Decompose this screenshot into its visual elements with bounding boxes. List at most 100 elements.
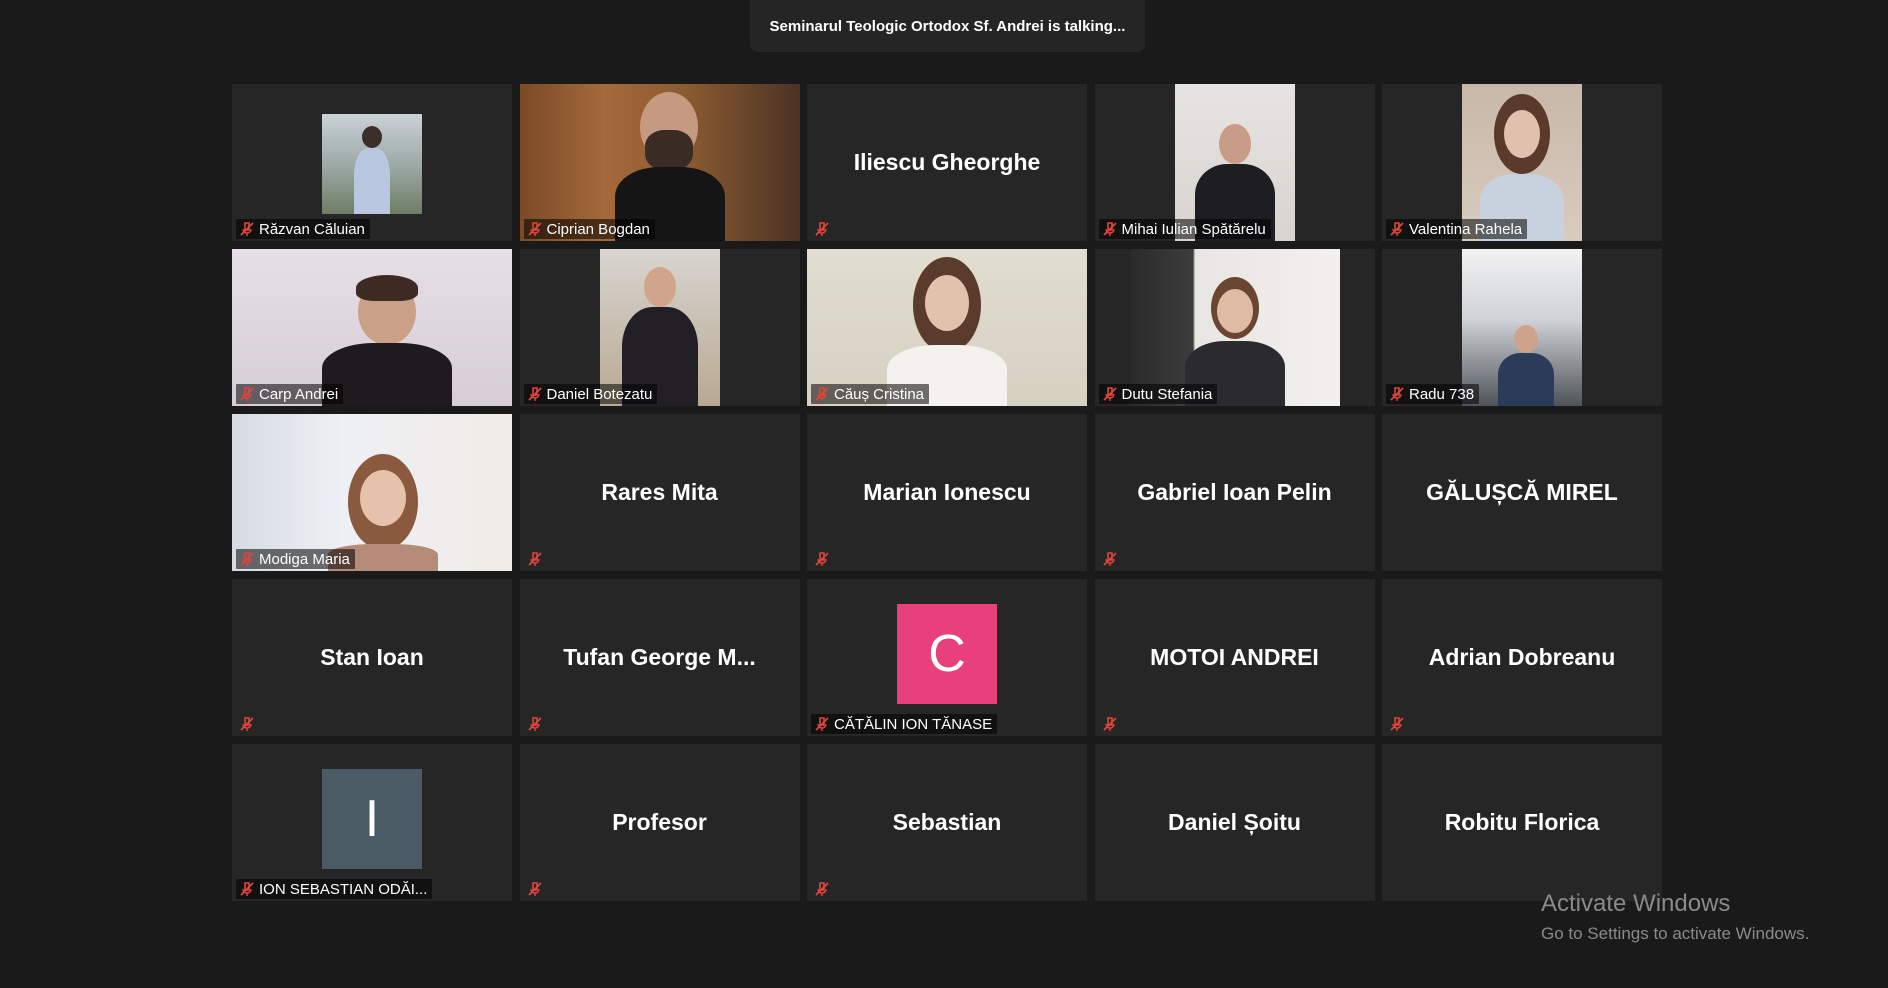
microphone-muted-icon <box>815 882 829 896</box>
avatar-initial: I <box>364 789 380 848</box>
participant-tile-adrian-dobreanu[interactable]: Adrian Dobreanu <box>1382 579 1662 736</box>
microphone-muted-icon <box>1390 222 1404 236</box>
microphone-muted-icon <box>240 882 254 896</box>
video-feed <box>599 249 720 406</box>
participant-tile-ciprian-bogdan[interactable]: Ciprian Bogdan <box>519 84 800 241</box>
participant-tile-tufan-george[interactable]: Tufan George M... <box>519 579 800 736</box>
participant-tile-sebastian[interactable]: Sebastian <box>807 744 1087 901</box>
participant-nameplate <box>811 549 837 569</box>
video-feed <box>232 249 512 406</box>
participant-display-name: Robitu Florica <box>1444 809 1600 835</box>
participant-nameplate <box>811 219 837 239</box>
participant-display-name: Profesor <box>612 809 707 835</box>
participant-nameplate <box>524 879 550 899</box>
gallery-grid: Răzvan Căluian Ciprian Bogdan Iliescu Gh… <box>232 84 1662 901</box>
participant-tile-mihai-iulian-spatarelu[interactable]: Mihai Iulian Spătărelu <box>1094 84 1375 241</box>
microphone-muted-icon <box>1390 387 1404 401</box>
participant-tile-stan-ioan[interactable]: Stan Ioan <box>232 579 512 736</box>
participant-name: Carp Andrei <box>259 385 339 403</box>
participant-nameplate: Carp Andrei <box>236 384 344 404</box>
participant-name: Dutu Stefania <box>1121 385 1213 403</box>
video-feed <box>519 84 800 241</box>
microphone-muted-icon <box>527 387 542 401</box>
participant-nameplate <box>1099 714 1125 734</box>
participant-tile-catalin-ion-tanase[interactable]: C CĂTĂLIN ION TĂNASE <box>807 579 1087 736</box>
microphone-muted-icon <box>240 387 254 401</box>
microphone-muted-icon <box>815 387 829 401</box>
active-speaker-banner: Seminarul Teologic Ortodox Sf. Andrei is… <box>750 0 1145 52</box>
participant-tile-modiga-maria[interactable]: Modiga Maria <box>232 414 512 571</box>
participant-nameplate: Radu 738 <box>1386 384 1480 404</box>
participant-avatar: C <box>897 603 997 704</box>
video-feed <box>1129 249 1340 406</box>
microphone-muted-icon <box>527 222 542 236</box>
microphone-muted-icon <box>1102 717 1117 731</box>
participant-tile-carp-andrei[interactable]: Carp Andrei <box>232 249 512 406</box>
participant-tile-iliescu-gheorghe[interactable]: Iliescu Gheorghe <box>807 84 1087 241</box>
participant-display-name: Sebastian <box>892 809 1002 835</box>
participant-avatar: I <box>322 768 422 869</box>
participant-tile-gabriel-ioan-pelin[interactable]: Gabriel Ioan Pelin <box>1094 414 1375 571</box>
participant-nameplate: Daniel Botezatu <box>523 384 658 404</box>
microphone-muted-icon <box>240 717 254 731</box>
participant-nameplate: Căuș Cristina <box>811 384 930 404</box>
participant-tile-galusca-mirel[interactable]: GĂLUȘCĂ MIREL <box>1382 414 1662 571</box>
participant-nameplate <box>524 549 550 569</box>
participant-tile-rares-mita[interactable]: Rares Mita <box>519 414 800 571</box>
avatar-initial: C <box>928 624 966 683</box>
participant-name: Mihai Iulian Spătărelu <box>1121 220 1266 238</box>
participant-tile-ion-sebastian-odai[interactable]: I ION SEBASTIAN ODĂI... <box>232 744 512 901</box>
participant-name: Modiga Maria <box>259 550 350 568</box>
participant-nameplate <box>236 714 262 734</box>
microphone-muted-icon <box>815 717 829 731</box>
participant-name: Valentina Rahela <box>1409 220 1523 238</box>
participant-nameplate: ION SEBASTIAN ODĂI... <box>236 879 433 899</box>
microphone-muted-icon <box>527 552 542 566</box>
participant-tile-marian-ionescu[interactable]: Marian Ionescu <box>807 414 1087 571</box>
microphone-muted-icon <box>1390 717 1404 731</box>
participant-tile-daniel-soitu[interactable]: Daniel Șoitu <box>1094 744 1375 901</box>
participant-nameplate <box>1099 549 1125 569</box>
participant-nameplate: Mihai Iulian Spătărelu <box>1098 219 1271 239</box>
video-feed <box>1462 84 1582 241</box>
video-feed <box>807 249 1087 406</box>
participant-display-name: Adrian Dobreanu <box>1428 644 1616 670</box>
participant-nameplate: Ciprian Bogdan <box>523 219 655 239</box>
participant-display-name: Stan Ioan <box>320 644 424 670</box>
microphone-muted-icon <box>815 222 829 236</box>
participant-tile-motoi-andrei[interactable]: MOTOI ANDREI <box>1094 579 1375 736</box>
participant-nameplate <box>1386 714 1412 734</box>
participant-nameplate: CĂTĂLIN ION TĂNASE <box>811 714 998 734</box>
participant-tile-valentina-rahela[interactable]: Valentina Rahela <box>1382 84 1662 241</box>
participant-display-name: Iliescu Gheorghe <box>853 149 1041 175</box>
participant-display-name: MOTOI ANDREI <box>1150 644 1319 670</box>
participant-tile-robitu-florica[interactable]: Robitu Florica <box>1382 744 1662 901</box>
participant-nameplate: Modiga Maria <box>236 549 355 569</box>
participant-name: CĂTĂLIN ION TĂNASE <box>834 715 993 733</box>
participant-nameplate <box>811 879 837 899</box>
participant-display-name: GĂLUȘCĂ MIREL <box>1426 479 1618 505</box>
video-feed <box>1174 84 1295 241</box>
participant-tile-radu-738[interactable]: Radu 738 <box>1382 249 1662 406</box>
microphone-muted-icon <box>1102 552 1117 566</box>
participant-tile-caus-cristina[interactable]: Căuș Cristina <box>807 249 1087 406</box>
microphone-muted-icon <box>815 552 829 566</box>
microphone-muted-icon <box>527 717 542 731</box>
video-feed <box>322 114 422 214</box>
participant-tile-daniel-botezatu[interactable]: Daniel Botezatu <box>519 249 800 406</box>
participant-nameplate: Răzvan Căluian <box>236 219 370 239</box>
participant-display-name: Gabriel Ioan Pelin <box>1137 479 1332 505</box>
video-feed <box>232 414 512 571</box>
microphone-muted-icon <box>1102 222 1117 236</box>
participant-tile-profesor[interactable]: Profesor <box>519 744 800 901</box>
participant-display-name: Tufan George M... <box>563 644 756 670</box>
participant-name: Răzvan Căluian <box>259 220 365 238</box>
video-feed <box>1462 249 1582 406</box>
watermark-subtitle: Go to Settings to activate Windows. <box>1541 924 1810 943</box>
participant-nameplate: Dutu Stefania <box>1098 384 1218 404</box>
participant-tile-dutu-stefania[interactable]: Dutu Stefania <box>1094 249 1375 406</box>
participant-name: Radu 738 <box>1409 385 1475 403</box>
participant-name: Daniel Botezatu <box>546 385 653 403</box>
microphone-muted-icon <box>240 552 254 566</box>
participant-tile-razvan-caluian[interactable]: Răzvan Căluian <box>232 84 512 241</box>
